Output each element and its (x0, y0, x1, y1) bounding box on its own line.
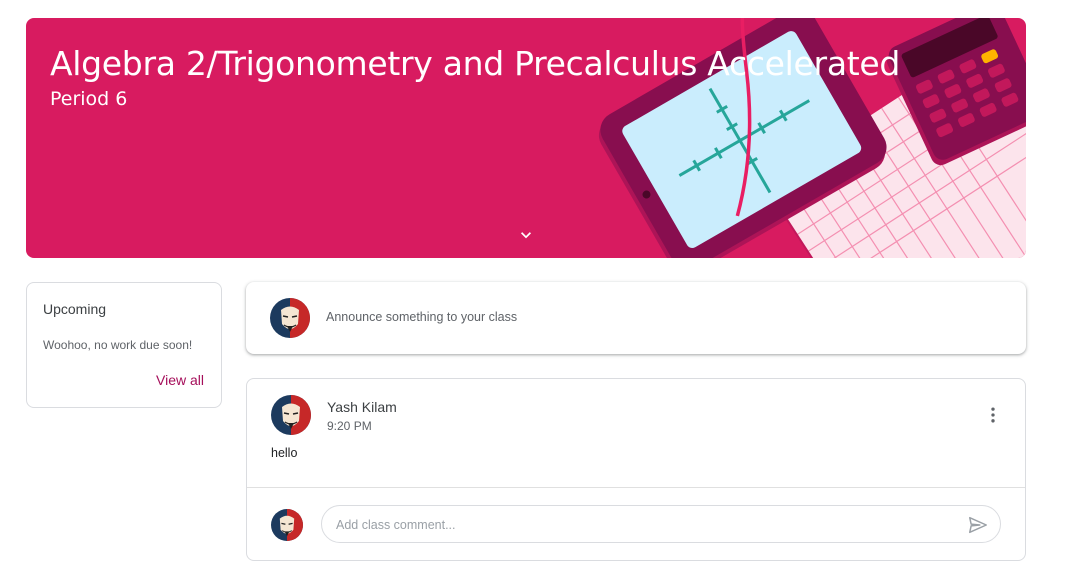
announce-box[interactable]: Announce something to your class (246, 282, 1026, 354)
post-author: Yash Kilam (327, 399, 397, 415)
class-section: Period 6 (50, 88, 128, 110)
expand-details-button[interactable] (514, 223, 538, 247)
upcoming-title: Upcoming (43, 301, 107, 317)
send-icon (969, 516, 987, 534)
divider (247, 487, 1025, 488)
comment-box (321, 505, 1001, 543)
chevron-down-icon (521, 232, 531, 239)
stream-post: Yash Kilam 9:20 PM hello (246, 378, 1026, 561)
avatar (270, 298, 310, 338)
post-time: 9:20 PM (327, 419, 372, 433)
more-vert-icon (991, 407, 995, 423)
upcoming-panel: Upcoming Woohoo, no work due soon! View … (26, 282, 222, 408)
upcoming-empty-message: Woohoo, no work due soon! (43, 338, 193, 352)
post-options-button[interactable] (981, 403, 1005, 427)
avatar (271, 395, 311, 435)
class-title: Algebra 2/Trigonometry and Precalculus A… (50, 44, 901, 83)
post-body: hello (271, 446, 298, 460)
send-comment-button[interactable] (966, 513, 990, 537)
avatar (271, 509, 303, 541)
class-banner: Algebra 2/Trigonometry and Precalculus A… (26, 18, 1026, 258)
view-all-link[interactable]: View all (156, 372, 204, 388)
announce-prompt: Announce something to your class (326, 310, 518, 324)
class-comment-input[interactable] (336, 515, 936, 535)
